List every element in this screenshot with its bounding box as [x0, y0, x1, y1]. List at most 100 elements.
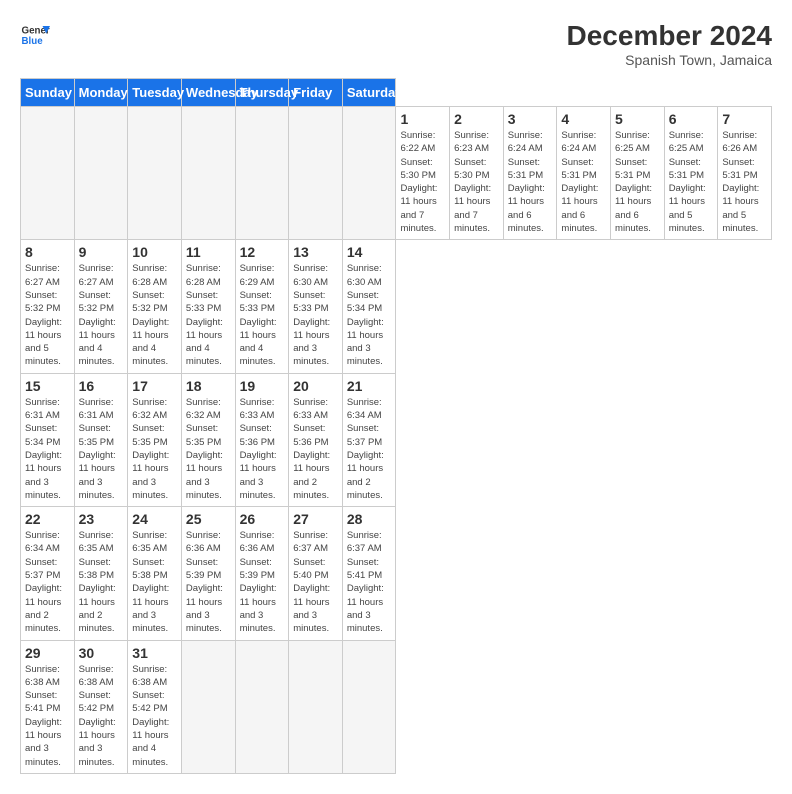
calendar-cell — [181, 107, 235, 240]
calendar-cell: 30 Sunrise: 6:38 AM Sunset: 5:42 PM Dayl… — [74, 640, 128, 773]
calendar-week-row: 1 Sunrise: 6:22 AM Sunset: 5:30 PM Dayli… — [21, 107, 772, 240]
calendar-cell: 26 Sunrise: 6:36 AM Sunset: 5:39 PM Dayl… — [235, 507, 289, 640]
day-number: 22 — [25, 511, 70, 527]
calendar-cell: 18 Sunrise: 6:32 AM Sunset: 5:35 PM Dayl… — [181, 373, 235, 506]
day-info: Sunrise: 6:38 AM Sunset: 5:42 PM Dayligh… — [132, 663, 177, 769]
day-number: 20 — [293, 378, 338, 394]
day-number: 15 — [25, 378, 70, 394]
day-number: 14 — [347, 244, 392, 260]
calendar-cell — [128, 107, 182, 240]
day-info: Sunrise: 6:23 AM Sunset: 5:30 PM Dayligh… — [454, 129, 499, 235]
calendar-cell: 31 Sunrise: 6:38 AM Sunset: 5:42 PM Dayl… — [128, 640, 182, 773]
calendar-cell: 23 Sunrise: 6:35 AM Sunset: 5:38 PM Dayl… — [74, 507, 128, 640]
header-friday: Friday — [289, 79, 343, 107]
calendar-cell — [74, 107, 128, 240]
day-info: Sunrise: 6:32 AM Sunset: 5:35 PM Dayligh… — [132, 396, 177, 502]
calendar-cell: 24 Sunrise: 6:35 AM Sunset: 5:38 PM Dayl… — [128, 507, 182, 640]
calendar-cell: 15 Sunrise: 6:31 AM Sunset: 5:34 PM Dayl… — [21, 373, 75, 506]
calendar-cell: 9 Sunrise: 6:27 AM Sunset: 5:32 PM Dayli… — [74, 240, 128, 373]
day-number: 29 — [25, 645, 70, 661]
day-info: Sunrise: 6:28 AM Sunset: 5:32 PM Dayligh… — [132, 262, 177, 368]
day-info: Sunrise: 6:22 AM Sunset: 5:30 PM Dayligh… — [400, 129, 445, 235]
day-number: 5 — [615, 111, 660, 127]
day-info: Sunrise: 6:32 AM Sunset: 5:35 PM Dayligh… — [186, 396, 231, 502]
day-info: Sunrise: 6:37 AM Sunset: 5:41 PM Dayligh… — [347, 529, 392, 635]
day-info: Sunrise: 6:27 AM Sunset: 5:32 PM Dayligh… — [79, 262, 124, 368]
calendar-week-row: 8 Sunrise: 6:27 AM Sunset: 5:32 PM Dayli… — [21, 240, 772, 373]
day-number: 18 — [186, 378, 231, 394]
calendar-week-row: 15 Sunrise: 6:31 AM Sunset: 5:34 PM Dayl… — [21, 373, 772, 506]
day-info: Sunrise: 6:25 AM Sunset: 5:31 PM Dayligh… — [615, 129, 660, 235]
header-sunday: Sunday — [21, 79, 75, 107]
calendar-cell: 14 Sunrise: 6:30 AM Sunset: 5:34 PM Dayl… — [342, 240, 396, 373]
calendar-cell: 16 Sunrise: 6:31 AM Sunset: 5:35 PM Dayl… — [74, 373, 128, 506]
day-number: 25 — [186, 511, 231, 527]
day-number: 24 — [132, 511, 177, 527]
calendar-cell — [342, 640, 396, 773]
calendar-cell: 1 Sunrise: 6:22 AM Sunset: 5:30 PM Dayli… — [396, 107, 450, 240]
page-header: General Blue December 2024 Spanish Town,… — [20, 20, 772, 68]
calendar-cell: 19 Sunrise: 6:33 AM Sunset: 5:36 PM Dayl… — [235, 373, 289, 506]
day-info: Sunrise: 6:31 AM Sunset: 5:34 PM Dayligh… — [25, 396, 70, 502]
header-saturday: Saturday — [342, 79, 396, 107]
svg-text:Blue: Blue — [22, 36, 44, 47]
calendar-cell — [235, 107, 289, 240]
day-info: Sunrise: 6:30 AM Sunset: 5:34 PM Dayligh… — [347, 262, 392, 368]
calendar-cell — [342, 107, 396, 240]
day-number: 26 — [240, 511, 285, 527]
day-info: Sunrise: 6:25 AM Sunset: 5:31 PM Dayligh… — [669, 129, 714, 235]
calendar-cell: 13 Sunrise: 6:30 AM Sunset: 5:33 PM Dayl… — [289, 240, 343, 373]
day-info: Sunrise: 6:27 AM Sunset: 5:32 PM Dayligh… — [25, 262, 70, 368]
calendar-cell: 4 Sunrise: 6:24 AM Sunset: 5:31 PM Dayli… — [557, 107, 611, 240]
day-info: Sunrise: 6:37 AM Sunset: 5:40 PM Dayligh… — [293, 529, 338, 635]
calendar-week-row: 22 Sunrise: 6:34 AM Sunset: 5:37 PM Dayl… — [21, 507, 772, 640]
day-number: 1 — [400, 111, 445, 127]
day-number: 30 — [79, 645, 124, 661]
day-info: Sunrise: 6:29 AM Sunset: 5:33 PM Dayligh… — [240, 262, 285, 368]
calendar-cell — [289, 107, 343, 240]
calendar-cell — [289, 640, 343, 773]
day-number: 6 — [669, 111, 714, 127]
calendar-cell: 28 Sunrise: 6:37 AM Sunset: 5:41 PM Dayl… — [342, 507, 396, 640]
day-number: 4 — [561, 111, 606, 127]
calendar-cell: 12 Sunrise: 6:29 AM Sunset: 5:33 PM Dayl… — [235, 240, 289, 373]
calendar-cell: 6 Sunrise: 6:25 AM Sunset: 5:31 PM Dayli… — [664, 107, 718, 240]
day-number: 3 — [508, 111, 553, 127]
day-number: 23 — [79, 511, 124, 527]
day-info: Sunrise: 6:26 AM Sunset: 5:31 PM Dayligh… — [722, 129, 767, 235]
calendar-cell: 8 Sunrise: 6:27 AM Sunset: 5:32 PM Dayli… — [21, 240, 75, 373]
day-info: Sunrise: 6:31 AM Sunset: 5:35 PM Dayligh… — [79, 396, 124, 502]
day-number: 19 — [240, 378, 285, 394]
calendar-cell: 17 Sunrise: 6:32 AM Sunset: 5:35 PM Dayl… — [128, 373, 182, 506]
day-number: 28 — [347, 511, 392, 527]
calendar-cell: 7 Sunrise: 6:26 AM Sunset: 5:31 PM Dayli… — [718, 107, 772, 240]
day-number: 8 — [25, 244, 70, 260]
header-monday: Monday — [74, 79, 128, 107]
day-number: 21 — [347, 378, 392, 394]
day-number: 27 — [293, 511, 338, 527]
day-number: 31 — [132, 645, 177, 661]
calendar-cell — [21, 107, 75, 240]
day-number: 12 — [240, 244, 285, 260]
calendar-cell: 11 Sunrise: 6:28 AM Sunset: 5:33 PM Dayl… — [181, 240, 235, 373]
day-info: Sunrise: 6:33 AM Sunset: 5:36 PM Dayligh… — [240, 396, 285, 502]
calendar-cell: 22 Sunrise: 6:34 AM Sunset: 5:37 PM Dayl… — [21, 507, 75, 640]
calendar-cell: 25 Sunrise: 6:36 AM Sunset: 5:39 PM Dayl… — [181, 507, 235, 640]
day-number: 10 — [132, 244, 177, 260]
day-info: Sunrise: 6:38 AM Sunset: 5:42 PM Dayligh… — [79, 663, 124, 769]
title-section: December 2024 Spanish Town, Jamaica — [567, 20, 772, 68]
header-tuesday: Tuesday — [128, 79, 182, 107]
day-info: Sunrise: 6:24 AM Sunset: 5:31 PM Dayligh… — [508, 129, 553, 235]
calendar-cell — [181, 640, 235, 773]
calendar-cell: 3 Sunrise: 6:24 AM Sunset: 5:31 PM Dayli… — [503, 107, 557, 240]
day-info: Sunrise: 6:34 AM Sunset: 5:37 PM Dayligh… — [347, 396, 392, 502]
day-info: Sunrise: 6:28 AM Sunset: 5:33 PM Dayligh… — [186, 262, 231, 368]
header-thursday: Thursday — [235, 79, 289, 107]
day-info: Sunrise: 6:36 AM Sunset: 5:39 PM Dayligh… — [186, 529, 231, 635]
day-info: Sunrise: 6:30 AM Sunset: 5:33 PM Dayligh… — [293, 262, 338, 368]
day-info: Sunrise: 6:35 AM Sunset: 5:38 PM Dayligh… — [79, 529, 124, 635]
calendar-week-row: 29 Sunrise: 6:38 AM Sunset: 5:41 PM Dayl… — [21, 640, 772, 773]
day-info: Sunrise: 6:35 AM Sunset: 5:38 PM Dayligh… — [132, 529, 177, 635]
day-info: Sunrise: 6:34 AM Sunset: 5:37 PM Dayligh… — [25, 529, 70, 635]
day-number: 11 — [186, 244, 231, 260]
